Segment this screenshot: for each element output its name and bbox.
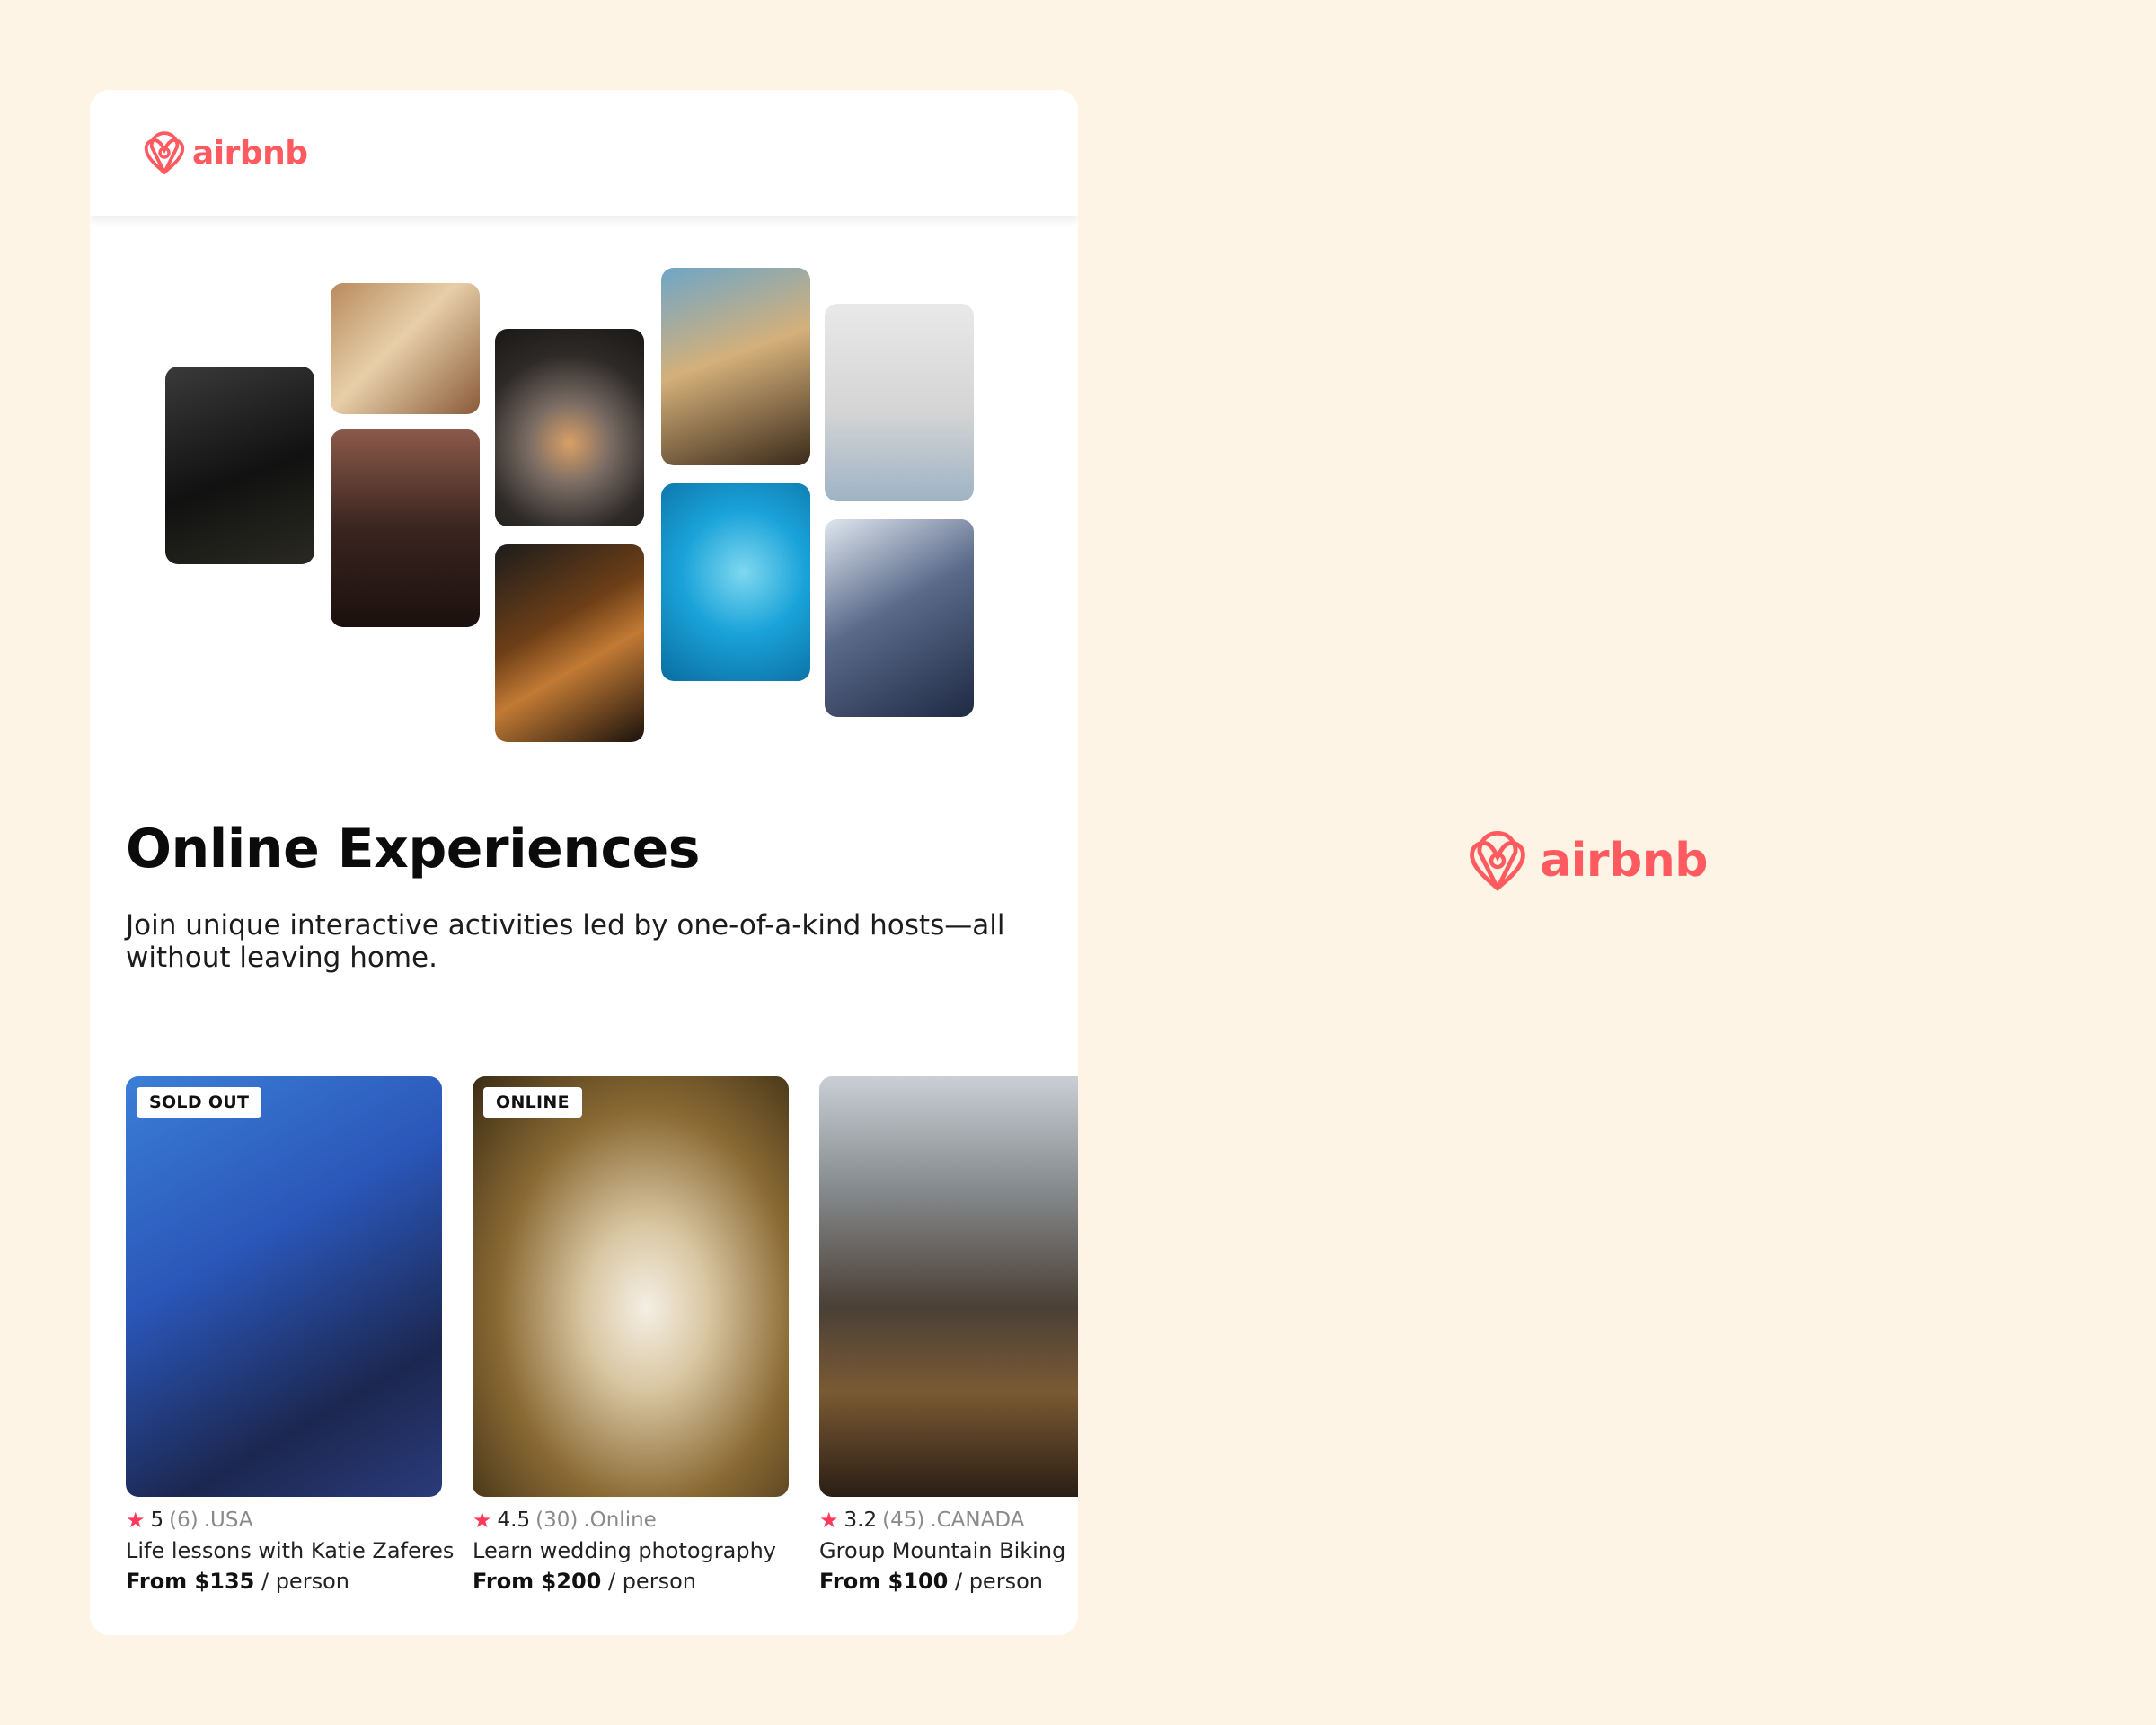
piano-and-microphone-photo	[661, 268, 810, 465]
price-row: From $135 / person	[126, 1569, 442, 1594]
triathlete-photo: SOLD OUT	[126, 1076, 442, 1497]
dancer-in-doorway-photo	[331, 429, 480, 627]
brand-logo-large: airbnb	[1466, 827, 1709, 895]
review-count: (30)	[535, 1508, 579, 1532]
price-row: From $200 / person	[473, 1569, 789, 1594]
sold-out-badge: SOLD OUT	[137, 1087, 262, 1118]
singer-photo	[825, 519, 974, 717]
mountain-bike-photo	[819, 1076, 1078, 1497]
woman-holding-food-photo	[331, 283, 480, 414]
header-logo[interactable]: airbnb	[142, 128, 308, 177]
experience-title: Group Mountain Biking	[819, 1538, 1066, 1563]
price: From $100	[819, 1569, 949, 1594]
online-badge: ONLINE	[483, 1087, 582, 1118]
location: .USA	[203, 1508, 253, 1532]
app-header: airbnb	[90, 90, 1078, 216]
experience-card[interactable]: ★ 3.2 (45) .CANADA Group Mountain Biking…	[819, 1076, 1078, 1594]
rating-row: ★ 3.2 (45) .CANADA	[819, 1508, 1078, 1533]
app-screen: airbnb Online Experiences Join unique in…	[90, 90, 1078, 1635]
page-subtitle: Join unique interactive activities led b…	[126, 909, 1005, 974]
star-icon: ★	[473, 1508, 492, 1533]
rating-value: 5	[150, 1508, 164, 1532]
bride-photo: ONLINE	[473, 1076, 789, 1497]
yoga-photo	[825, 304, 974, 501]
price: From $135	[126, 1569, 255, 1594]
location: .CANADA	[930, 1508, 1025, 1532]
rating-row: ★ 4.5 (30) .Online	[473, 1508, 789, 1533]
price-unit: / person	[954, 1569, 1043, 1594]
experience-card[interactable]: ONLINE ★ 4.5 (30) .Online Learn wedding …	[473, 1076, 789, 1594]
cooking-photo	[165, 367, 314, 564]
airbnb-belo-icon	[144, 131, 185, 175]
guitar-photo	[495, 544, 644, 742]
experience-title: Learn wedding photography	[473, 1538, 776, 1563]
review-count: (45)	[882, 1508, 925, 1532]
rating-row: ★ 5 (6) .USA	[126, 1508, 442, 1533]
experience-title: Life lessons with Katie Zaferes	[126, 1538, 455, 1563]
price: From $200	[473, 1569, 602, 1594]
swimmer-photo	[661, 483, 810, 681]
brand-wordmark: airbnb	[192, 134, 308, 172]
page-title: Online Experiences	[126, 818, 701, 880]
price-unit: / person	[261, 1569, 349, 1594]
experience-card[interactable]: SOLD OUT ★ 5 (6) .USA Life lessons with …	[126, 1076, 455, 1594]
star-icon: ★	[819, 1508, 839, 1533]
price-unit: / person	[607, 1569, 696, 1594]
rating-value: 4.5	[497, 1508, 531, 1532]
price-row: From $100 / person	[819, 1569, 1078, 1594]
star-icon: ★	[126, 1508, 146, 1533]
review-count: (6)	[169, 1508, 199, 1532]
rating-value: 3.2	[844, 1508, 878, 1532]
location: .Online	[583, 1508, 657, 1532]
food-bowl-photo	[495, 329, 644, 526]
airbnb-belo-icon	[1470, 830, 1525, 891]
brand-wordmark: airbnb	[1540, 834, 1709, 888]
